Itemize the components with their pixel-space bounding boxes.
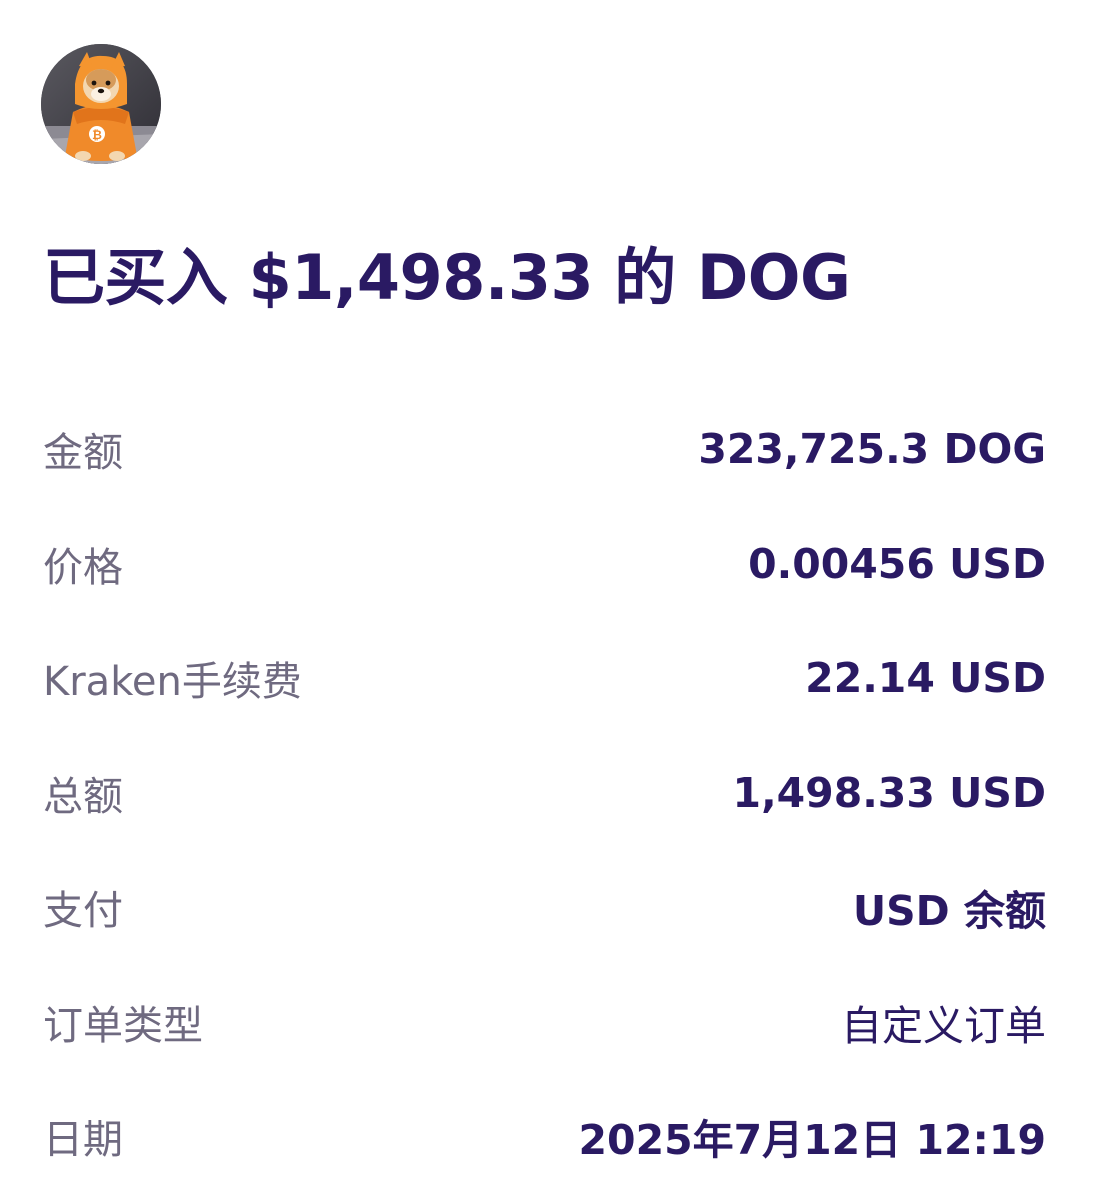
detail-row-total: 总额 1,498.33 USD [43,736,1046,851]
svg-text:₿: ₿ [92,128,102,142]
date-label: 日期 [43,1117,123,1164]
price-value: 0.00456 USD [748,539,1046,588]
detail-row-payment: 支付 USD 余额 [43,850,1046,965]
payment-value: USD 余额 [852,887,1046,936]
payment-label: 支付 [43,888,123,935]
detail-row-price: 价格 0.00456 USD [43,507,1046,622]
dog-avatar-icon: ₿ [41,44,161,164]
amount-value: 323,725.3 DOG [698,425,1046,474]
total-value: 1,498.33 USD [732,768,1046,817]
fee-label: Kraken手续费 [43,659,302,706]
date-value: 2025年7月12日 12:19 [578,1116,1046,1165]
detail-row-order-type: 订单类型 自定义订单 [43,965,1046,1080]
detail-row-date: 日期 2025年7月12日 12:19 [43,1079,1046,1194]
total-label: 总额 [43,773,123,820]
avatar: ₿ [41,44,161,164]
order-type-label: 订单类型 [43,1002,203,1049]
detail-row-fee: Kraken手续费 22.14 USD [43,621,1046,736]
order-type-value: 自定义订单 [841,1001,1046,1050]
order-details: 金额 323,725.3 DOG 价格 0.00456 USD Kraken手续… [43,392,1046,1194]
amount-label: 金额 [43,430,123,477]
fee-value: 22.14 USD [805,654,1046,703]
price-label: 价格 [43,544,123,591]
page-title: 已买入 $1,498.33 的 DOG [43,241,851,314]
detail-row-amount: 金额 323,725.3 DOG [43,392,1046,507]
